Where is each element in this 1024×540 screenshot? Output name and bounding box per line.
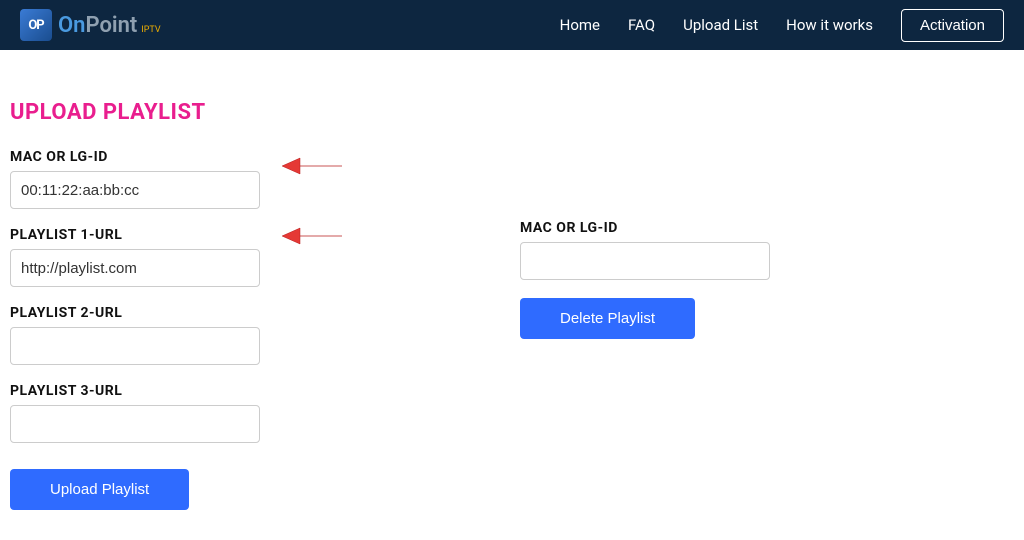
delete-mac-label: MAC OR LG-ID [520,220,770,236]
playlist2-label: PLAYLIST 2-URL [10,305,260,321]
playlist3-input[interactable] [10,405,260,443]
logo-icon: OP [20,9,52,41]
nav-home[interactable]: Home [560,16,600,34]
delete-form: MAC OR LG-ID Delete Playlist [520,100,770,510]
delete-mac-input[interactable] [520,242,770,280]
playlist3-label: PLAYLIST 3-URL [10,383,260,399]
activation-button[interactable]: Activation [901,9,1004,42]
playlist1-label: PLAYLIST 1-URL [10,227,260,243]
nav-how-it-works[interactable]: How it works [786,16,873,34]
playlist2-input[interactable] [10,327,260,365]
content: UPLOAD PLAYLIST MAC OR LG-ID PLAYLIST 1-… [0,50,1024,540]
nav-links: Home FAQ Upload List How it works Activa… [560,9,1004,42]
logo[interactable]: OP OnPoint IPTV [20,9,161,41]
arrow-annotation-icon [282,224,342,248]
mac-label: MAC OR LG-ID [10,149,260,165]
mac-input[interactable] [10,171,260,209]
logo-text: OnPoint [58,13,137,38]
playlist1-input[interactable] [10,249,260,287]
page-title: UPLOAD PLAYLIST [10,100,260,125]
upload-playlist-button[interactable]: Upload Playlist [10,469,189,510]
navbar: OP OnPoint IPTV Home FAQ Upload List How… [0,0,1024,50]
delete-playlist-button[interactable]: Delete Playlist [520,298,695,339]
logo-subtext: IPTV [141,25,160,35]
nav-faq[interactable]: FAQ [628,16,655,34]
upload-form: UPLOAD PLAYLIST MAC OR LG-ID PLAYLIST 1-… [10,100,260,510]
nav-upload-list[interactable]: Upload List [683,16,758,34]
arrow-annotation-icon [282,154,342,178]
